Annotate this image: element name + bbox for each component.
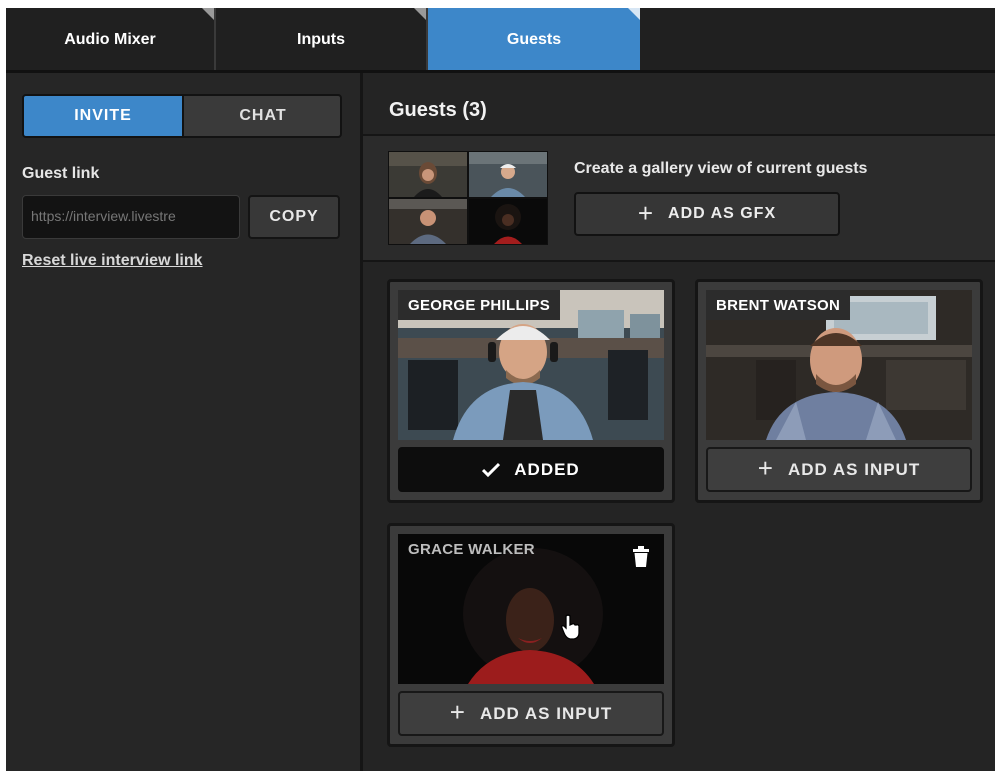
guest-video-preview[interactable]: GRACE WALKER xyxy=(398,534,664,684)
guest-card-grace-walker: GRACE WALKER + ADD AS INPUT xyxy=(387,523,675,747)
tab-audio-mixer[interactable]: Audio Mixer xyxy=(6,8,216,72)
added-label: ADDED xyxy=(514,459,580,479)
gallery-section: Create a gallery view of current guests … xyxy=(363,136,995,260)
guest-link-field[interactable]: https://interview.livestre xyxy=(22,195,240,239)
guest-video-preview[interactable]: BRENT WATSON xyxy=(706,290,972,440)
tab-bar: Audio Mixer Inputs Guests xyxy=(6,8,995,73)
tab-corner-indicator xyxy=(628,8,640,20)
add-as-input-button[interactable]: + ADD AS INPUT xyxy=(706,447,972,492)
tab-label: Inputs xyxy=(297,31,345,48)
chat-tab-button[interactable]: CHAT xyxy=(184,96,340,136)
guest-card-brent-watson: BRENT WATSON + ADD AS INPUT xyxy=(695,279,983,503)
added-button[interactable]: ADDED xyxy=(398,447,664,492)
guest-video-preview[interactable]: GEORGE PHILLIPS xyxy=(398,290,664,440)
tab-corner-indicator xyxy=(202,8,214,20)
guest-card-george-phillips: GEORGE PHILLIPS ADDED xyxy=(387,279,675,503)
plus-icon: + xyxy=(637,197,655,228)
invite-panel: INVITE CHAT Guest link https://interview… xyxy=(6,73,363,771)
add-as-input-label: ADD AS INPUT xyxy=(479,703,613,723)
tab-corner-indicator xyxy=(414,8,426,20)
add-as-gfx-button[interactable]: + ADD AS GFX xyxy=(574,192,840,236)
guest-name-tag: GRACE WALKER xyxy=(408,541,535,558)
gallery-caption: Create a gallery view of current guests xyxy=(574,160,868,177)
gallery-preview-image xyxy=(388,151,548,245)
guest-name-tag: BRENT WATSON xyxy=(706,290,851,320)
invite-tab-button[interactable]: INVITE xyxy=(24,96,182,136)
invite-chat-toggle: INVITE CHAT xyxy=(22,94,342,138)
reset-interview-link[interactable]: Reset live interview link xyxy=(22,252,203,270)
app-window: Audio Mixer Inputs Guests INVITE CHAT Gu… xyxy=(6,8,995,771)
tab-inputs[interactable]: Inputs xyxy=(216,8,428,72)
add-as-input-button[interactable]: + ADD AS INPUT xyxy=(398,691,664,736)
plus-icon: + xyxy=(449,697,466,727)
guest-name-tag: GEORGE PHILLIPS xyxy=(398,290,561,320)
add-as-input-label: ADD AS INPUT xyxy=(787,459,921,479)
copy-link-button[interactable]: COPY xyxy=(248,195,340,239)
guests-panel: Guests (3) Create a gallery view of curr… xyxy=(363,73,995,771)
trash-icon[interactable] xyxy=(632,546,650,573)
gallery-preview-thumbnail xyxy=(388,151,548,245)
tab-guests[interactable]: Guests xyxy=(428,8,640,72)
tab-label: Guests xyxy=(506,31,562,48)
add-as-gfx-label: ADD AS GFX xyxy=(668,205,777,222)
divider xyxy=(363,260,995,262)
guest-link-label: Guest link xyxy=(22,165,100,182)
plus-icon: + xyxy=(757,453,774,483)
check-icon xyxy=(482,462,501,477)
hand-cursor-icon xyxy=(560,614,582,645)
page-title: Guests (3) xyxy=(389,99,487,121)
tab-label: Audio Mixer xyxy=(64,31,156,48)
